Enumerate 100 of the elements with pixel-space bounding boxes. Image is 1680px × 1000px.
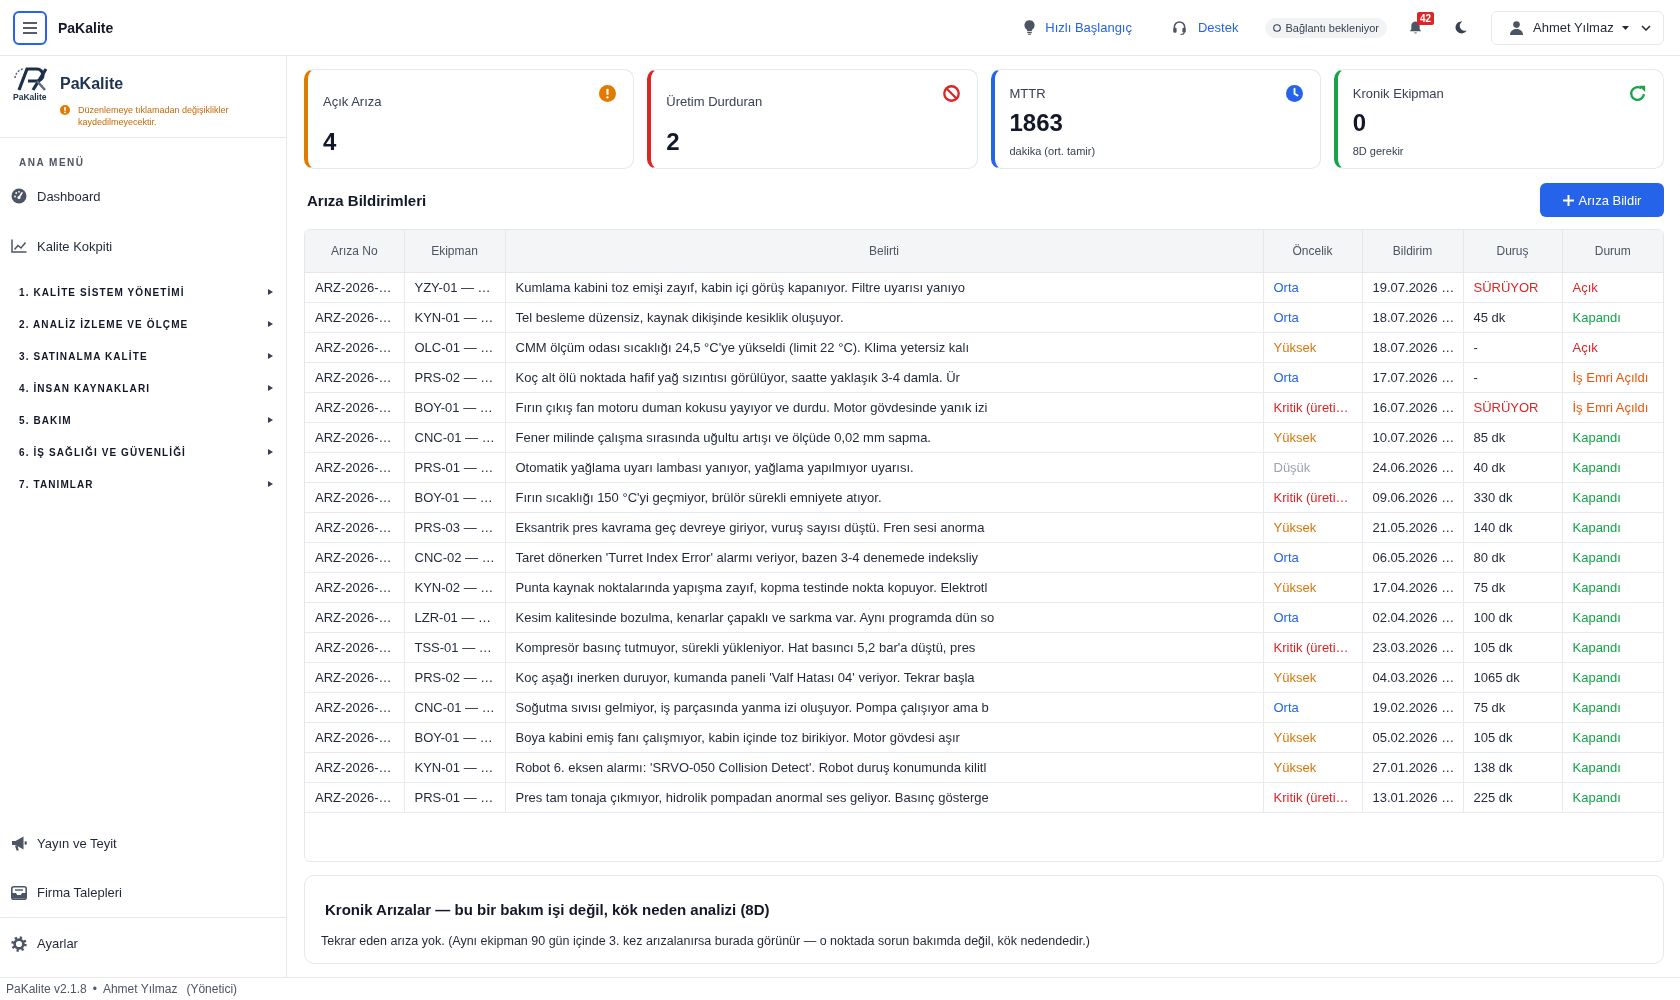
section-title: Arıza Bildirimleri [307,191,427,209]
table-cell: ARZ-2026-… [305,572,404,603]
notification-badge: 42 [1417,12,1435,25]
plus-icon [1562,194,1574,206]
nav-item[interactable]: Firma Talepleri [0,868,286,917]
menu-section[interactable]: 4. İNSAN KAYNAKLARI [0,372,286,404]
table-cell: ARZ-2026-… [305,422,404,453]
table-cell: LZR-01 — … [404,602,505,633]
table-cell: Kapandı [1562,722,1663,753]
menu-section[interactable]: 2. ANALİZ İZLEME VE ÖLÇME [0,308,286,340]
table-cell: ARZ-2026-… [305,752,404,783]
table-cell: Kapandı [1562,782,1663,813]
table-cell: - [1463,362,1562,393]
panel-title: Kronik Arızalar — bu bir bakım işi değil, kök neden analizi (8D) [325,900,771,920]
table-cell: Taret dönerken 'Turret Index Error' alarmı veriyor, bazen 3-4 denemede indeksliy [505,542,1263,573]
table-cell: ARZ-2026-… [305,302,404,333]
table-cell: 80 dk [1463,542,1562,573]
table-cell: Kritik (üreti… [1263,482,1362,513]
table-cell: 75 dk [1463,692,1562,723]
table-cell: Kapandı [1562,512,1663,543]
table-cell: Kapandı [1562,572,1663,603]
table-cell: 02.04.2026 … [1362,602,1463,633]
nav-item[interactable]: Yayın ve Teyit [0,819,286,868]
table-cell: KYN-02 — … [404,572,505,603]
app-version: PaKalite v2.1.8 [6,982,87,996]
notice-text: Düzenlemeye tıklamadan değişiklikler kaydedilmeyecektir. [78,104,230,128]
table-cell: SÜRÜYOR [1463,392,1562,423]
menu-button[interactable] [13,10,47,45]
table-cell: CNC-01 — … [404,692,505,723]
nav-item[interactable]: Ayarlar [0,918,286,969]
nav-item[interactable]: Dashboard [0,171,286,221]
table-cell: Tel besleme düzensiz, kaynak dikişinde kesiklik oluşuyor. [505,302,1263,333]
menu-section[interactable]: 3. SATINALMA KALİTE [0,340,286,372]
kpi-value: 2 [666,127,681,157]
table-cell: 40 dk [1463,452,1562,483]
menu-section[interactable]: 6. İŞ SAĞLIĞI VE GÜVENLİĞİ [0,436,286,468]
support-link[interactable]: Destek [1171,20,1239,35]
table-cell: Kapandı [1562,422,1663,453]
status-ring-icon [1273,23,1282,32]
caret-down-icon [1621,25,1629,30]
table-cell: İş Emri Açıldı [1562,362,1663,393]
table-cell: Yüksek [1263,722,1362,753]
footer-user: Ahmet Yılmaz [102,982,178,996]
table-cell: Orta [1263,272,1362,303]
table-cell: ARZ-2026-… [305,662,404,693]
table-cell: Kapandı [1562,542,1663,573]
menu-section[interactable]: 1. KALİTE SİSTEM YÖNETİMİ [0,276,286,308]
line-chart-icon [11,239,27,253]
table-cell: 27.01.2026 … [1362,752,1463,783]
table-cell: Koç aşağı inerken duruyor, kumanda paneli 'Valf Hatası 04' veriyor. Tekrar başla [505,662,1263,693]
column-header: Duruş [1463,230,1562,273]
kpi-value: 1863 [1009,108,1064,138]
table-cell: 1065 dk [1463,662,1562,693]
quick-start-link[interactable]: Hızlı Başlangıç [1024,20,1132,35]
table-cell: Yüksek [1263,512,1362,543]
table-cell: 24.06.2026 … [1362,452,1463,483]
table-cell: 105 dk [1463,632,1562,663]
table-cell: 21.05.2026 … [1362,512,1463,543]
notifications-button[interactable] [1409,20,1422,35]
logo-caption: PaKalite [13,93,47,102]
menu-section[interactable]: 5. BAKIM [0,404,286,436]
table-cell: ARZ-2026-… [305,632,404,663]
table-cell: YZY-01 — … [404,272,505,303]
table-cell: PRS-03 — … [404,512,505,543]
panel-text: Tekrar eden arıza yok. (Aynı ekipman 90 gün içinde 3. kez arızalanırsa burada görünür — o noktada sorun bakımda değil, kök nedendedir.) [321,933,1091,949]
table-cell: 13.01.2026 … [1362,782,1463,813]
table-cell: - [1463,332,1562,363]
table-cell: OLC-01 — … [404,332,505,363]
table-cell: Kesim kalitesinde bozulma, kenarlar çapaklı ve sarkma var. Aynı programda dün so [505,602,1263,633]
table-cell: TSS-01 — … [404,632,505,663]
table-cell: ARZ-2026-… [305,692,404,723]
table-cell: İş Emri Açıldı [1562,392,1663,423]
table-cell: ARZ-2026-… [305,782,404,813]
megaphone-icon [11,836,27,851]
table-cell: Punta kaynak noktalarında yapışma zayıf, kopma testinde nokta kopuyor. Elektrotl [505,572,1263,603]
table-cell: ARZ-2026-… [305,392,404,423]
table-cell: 85 dk [1463,422,1562,453]
table-cell: 19.02.2026 … [1362,692,1463,723]
kpi-value: 4 [323,127,338,157]
table-cell: Orta [1263,302,1362,333]
table-cell: 17.07.2026 … [1362,362,1463,393]
table-cell: 75 dk [1463,572,1562,603]
menu-section[interactable]: 7. TANIMLAR [0,468,286,500]
inbox-icon [11,885,27,900]
user-menu-button[interactable]: Ahmet Yılmaz [1491,10,1664,45]
table-cell: 06.05.2026 … [1362,542,1463,573]
table-cell: 23.03.2026 … [1362,632,1463,663]
refresh-icon [1629,85,1646,102]
theme-toggle-button[interactable] [1455,21,1467,34]
gauge-icon [11,188,27,204]
table-cell: Soğutma sıvısı gelmiyor, iş parçasında yanma izi oluşuyor. Pompa çalışıyor ama b [505,692,1263,723]
report-fault-button[interactable]: Arıza Bildir [1540,183,1664,217]
connection-status-text: Bağlantı bekleniyor [1285,21,1379,34]
table-cell: BOY-01 — … [404,392,505,423]
table-cell: Açık [1562,272,1663,303]
nav-item[interactable]: Kalite Kokpiti [0,221,286,271]
table-cell: 19.07.2026 … [1362,272,1463,303]
bell-icon [1409,20,1422,35]
table-cell: ARZ-2026-… [305,332,404,363]
table-cell: Kapandı [1562,452,1663,483]
